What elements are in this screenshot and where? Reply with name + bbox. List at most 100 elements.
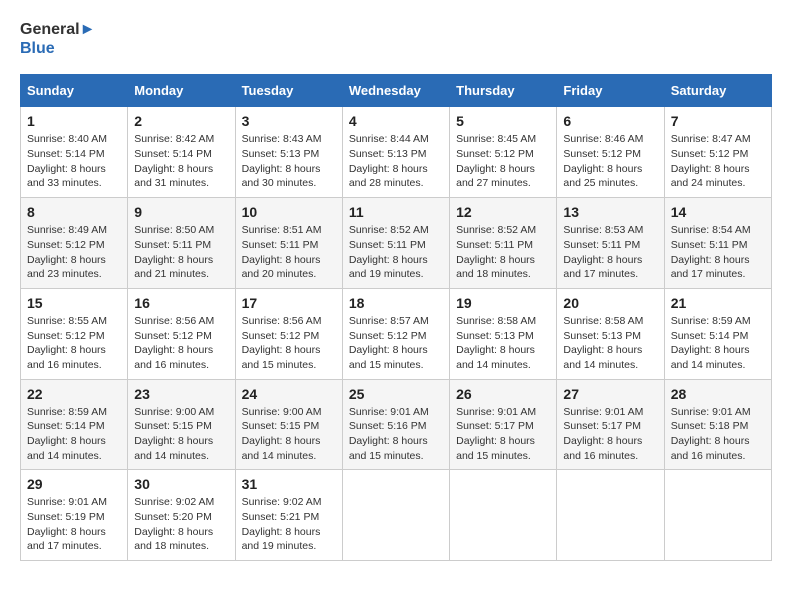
calendar-cell: 4 Sunrise: 8:44 AM Sunset: 5:13 PM Dayli… xyxy=(342,107,449,198)
calendar-cell: 20 Sunrise: 8:58 AM Sunset: 5:13 PM Dayl… xyxy=(557,288,664,379)
calendar-cell: 15 Sunrise: 8:55 AM Sunset: 5:12 PM Dayl… xyxy=(21,288,128,379)
calendar-cell: 23 Sunrise: 9:00 AM Sunset: 5:15 PM Dayl… xyxy=(128,379,235,470)
logo: General► Blue xyxy=(20,20,95,58)
day-number: 16 xyxy=(134,295,228,311)
day-info: Sunrise: 9:01 AM Sunset: 5:17 PM Dayligh… xyxy=(563,405,657,464)
calendar-cell: 10 Sunrise: 8:51 AM Sunset: 5:11 PM Dayl… xyxy=(235,198,342,289)
calendar-week-row: 8 Sunrise: 8:49 AM Sunset: 5:12 PM Dayli… xyxy=(21,198,772,289)
calendar-cell: 14 Sunrise: 8:54 AM Sunset: 5:11 PM Dayl… xyxy=(664,198,771,289)
day-number: 29 xyxy=(27,476,121,492)
calendar-header-row: SundayMondayTuesdayWednesdayThursdayFrid… xyxy=(21,75,772,107)
day-number: 27 xyxy=(563,386,657,402)
day-info: Sunrise: 8:42 AM Sunset: 5:14 PM Dayligh… xyxy=(134,132,228,191)
calendar-cell: 5 Sunrise: 8:45 AM Sunset: 5:12 PM Dayli… xyxy=(450,107,557,198)
day-info: Sunrise: 8:52 AM Sunset: 5:11 PM Dayligh… xyxy=(456,223,550,282)
calendar-cell: 24 Sunrise: 9:00 AM Sunset: 5:15 PM Dayl… xyxy=(235,379,342,470)
day-number: 26 xyxy=(456,386,550,402)
calendar-cell: 31 Sunrise: 9:02 AM Sunset: 5:21 PM Dayl… xyxy=(235,470,342,561)
calendar-week-row: 22 Sunrise: 8:59 AM Sunset: 5:14 PM Dayl… xyxy=(21,379,772,470)
logo-text: General► Blue xyxy=(20,20,95,58)
day-info: Sunrise: 9:01 AM Sunset: 5:18 PM Dayligh… xyxy=(671,405,765,464)
day-info: Sunrise: 8:45 AM Sunset: 5:12 PM Dayligh… xyxy=(456,132,550,191)
weekday-header: Tuesday xyxy=(235,75,342,107)
weekday-header: Sunday xyxy=(21,75,128,107)
day-number: 9 xyxy=(134,204,228,220)
day-number: 1 xyxy=(27,113,121,129)
calendar-cell: 16 Sunrise: 8:56 AM Sunset: 5:12 PM Dayl… xyxy=(128,288,235,379)
calendar-cell: 25 Sunrise: 9:01 AM Sunset: 5:16 PM Dayl… xyxy=(342,379,449,470)
day-info: Sunrise: 9:02 AM Sunset: 5:21 PM Dayligh… xyxy=(242,495,336,554)
day-info: Sunrise: 8:57 AM Sunset: 5:12 PM Dayligh… xyxy=(349,314,443,373)
weekday-header: Friday xyxy=(557,75,664,107)
calendar-cell: 9 Sunrise: 8:50 AM Sunset: 5:11 PM Dayli… xyxy=(128,198,235,289)
calendar-week-row: 1 Sunrise: 8:40 AM Sunset: 5:14 PM Dayli… xyxy=(21,107,772,198)
day-info: Sunrise: 8:58 AM Sunset: 5:13 PM Dayligh… xyxy=(563,314,657,373)
calendar-table: SundayMondayTuesdayWednesdayThursdayFrid… xyxy=(20,74,772,561)
calendar-cell: 17 Sunrise: 8:56 AM Sunset: 5:12 PM Dayl… xyxy=(235,288,342,379)
day-info: Sunrise: 9:00 AM Sunset: 5:15 PM Dayligh… xyxy=(134,405,228,464)
day-number: 21 xyxy=(671,295,765,311)
day-info: Sunrise: 8:43 AM Sunset: 5:13 PM Dayligh… xyxy=(242,132,336,191)
calendar-cell: 30 Sunrise: 9:02 AM Sunset: 5:20 PM Dayl… xyxy=(128,470,235,561)
calendar-cell xyxy=(342,470,449,561)
day-number: 7 xyxy=(671,113,765,129)
day-info: Sunrise: 8:40 AM Sunset: 5:14 PM Dayligh… xyxy=(27,132,121,191)
day-number: 3 xyxy=(242,113,336,129)
day-info: Sunrise: 9:01 AM Sunset: 5:19 PM Dayligh… xyxy=(27,495,121,554)
calendar-cell: 22 Sunrise: 8:59 AM Sunset: 5:14 PM Dayl… xyxy=(21,379,128,470)
day-number: 28 xyxy=(671,386,765,402)
page-header: General► Blue xyxy=(20,20,772,58)
calendar-cell: 6 Sunrise: 8:46 AM Sunset: 5:12 PM Dayli… xyxy=(557,107,664,198)
day-info: Sunrise: 9:00 AM Sunset: 5:15 PM Dayligh… xyxy=(242,405,336,464)
day-number: 2 xyxy=(134,113,228,129)
day-number: 23 xyxy=(134,386,228,402)
day-info: Sunrise: 8:47 AM Sunset: 5:12 PM Dayligh… xyxy=(671,132,765,191)
day-number: 5 xyxy=(456,113,550,129)
day-number: 10 xyxy=(242,204,336,220)
day-info: Sunrise: 8:55 AM Sunset: 5:12 PM Dayligh… xyxy=(27,314,121,373)
day-info: Sunrise: 9:01 AM Sunset: 5:17 PM Dayligh… xyxy=(456,405,550,464)
calendar-cell xyxy=(557,470,664,561)
day-number: 14 xyxy=(671,204,765,220)
day-info: Sunrise: 8:53 AM Sunset: 5:11 PM Dayligh… xyxy=(563,223,657,282)
day-number: 15 xyxy=(27,295,121,311)
calendar-cell: 7 Sunrise: 8:47 AM Sunset: 5:12 PM Dayli… xyxy=(664,107,771,198)
weekday-header: Wednesday xyxy=(342,75,449,107)
day-info: Sunrise: 8:46 AM Sunset: 5:12 PM Dayligh… xyxy=(563,132,657,191)
day-info: Sunrise: 8:52 AM Sunset: 5:11 PM Dayligh… xyxy=(349,223,443,282)
calendar-cell: 28 Sunrise: 9:01 AM Sunset: 5:18 PM Dayl… xyxy=(664,379,771,470)
day-info: Sunrise: 8:59 AM Sunset: 5:14 PM Dayligh… xyxy=(27,405,121,464)
calendar-cell: 8 Sunrise: 8:49 AM Sunset: 5:12 PM Dayli… xyxy=(21,198,128,289)
day-number: 31 xyxy=(242,476,336,492)
day-number: 24 xyxy=(242,386,336,402)
day-number: 25 xyxy=(349,386,443,402)
weekday-header: Thursday xyxy=(450,75,557,107)
day-info: Sunrise: 8:44 AM Sunset: 5:13 PM Dayligh… xyxy=(349,132,443,191)
day-number: 20 xyxy=(563,295,657,311)
day-number: 6 xyxy=(563,113,657,129)
day-number: 13 xyxy=(563,204,657,220)
day-number: 22 xyxy=(27,386,121,402)
calendar-cell: 18 Sunrise: 8:57 AM Sunset: 5:12 PM Dayl… xyxy=(342,288,449,379)
calendar-cell: 1 Sunrise: 8:40 AM Sunset: 5:14 PM Dayli… xyxy=(21,107,128,198)
calendar-cell: 27 Sunrise: 9:01 AM Sunset: 5:17 PM Dayl… xyxy=(557,379,664,470)
calendar-cell: 12 Sunrise: 8:52 AM Sunset: 5:11 PM Dayl… xyxy=(450,198,557,289)
day-number: 30 xyxy=(134,476,228,492)
day-info: Sunrise: 9:01 AM Sunset: 5:16 PM Dayligh… xyxy=(349,405,443,464)
calendar-cell: 3 Sunrise: 8:43 AM Sunset: 5:13 PM Dayli… xyxy=(235,107,342,198)
calendar-cell: 29 Sunrise: 9:01 AM Sunset: 5:19 PM Dayl… xyxy=(21,470,128,561)
calendar-cell: 19 Sunrise: 8:58 AM Sunset: 5:13 PM Dayl… xyxy=(450,288,557,379)
day-number: 8 xyxy=(27,204,121,220)
day-number: 4 xyxy=(349,113,443,129)
calendar-cell: 11 Sunrise: 8:52 AM Sunset: 5:11 PM Dayl… xyxy=(342,198,449,289)
day-info: Sunrise: 9:02 AM Sunset: 5:20 PM Dayligh… xyxy=(134,495,228,554)
weekday-header: Saturday xyxy=(664,75,771,107)
calendar-cell xyxy=(450,470,557,561)
day-info: Sunrise: 8:56 AM Sunset: 5:12 PM Dayligh… xyxy=(134,314,228,373)
day-info: Sunrise: 8:51 AM Sunset: 5:11 PM Dayligh… xyxy=(242,223,336,282)
day-info: Sunrise: 8:56 AM Sunset: 5:12 PM Dayligh… xyxy=(242,314,336,373)
day-number: 18 xyxy=(349,295,443,311)
day-info: Sunrise: 8:49 AM Sunset: 5:12 PM Dayligh… xyxy=(27,223,121,282)
day-info: Sunrise: 8:58 AM Sunset: 5:13 PM Dayligh… xyxy=(456,314,550,373)
calendar-cell: 13 Sunrise: 8:53 AM Sunset: 5:11 PM Dayl… xyxy=(557,198,664,289)
